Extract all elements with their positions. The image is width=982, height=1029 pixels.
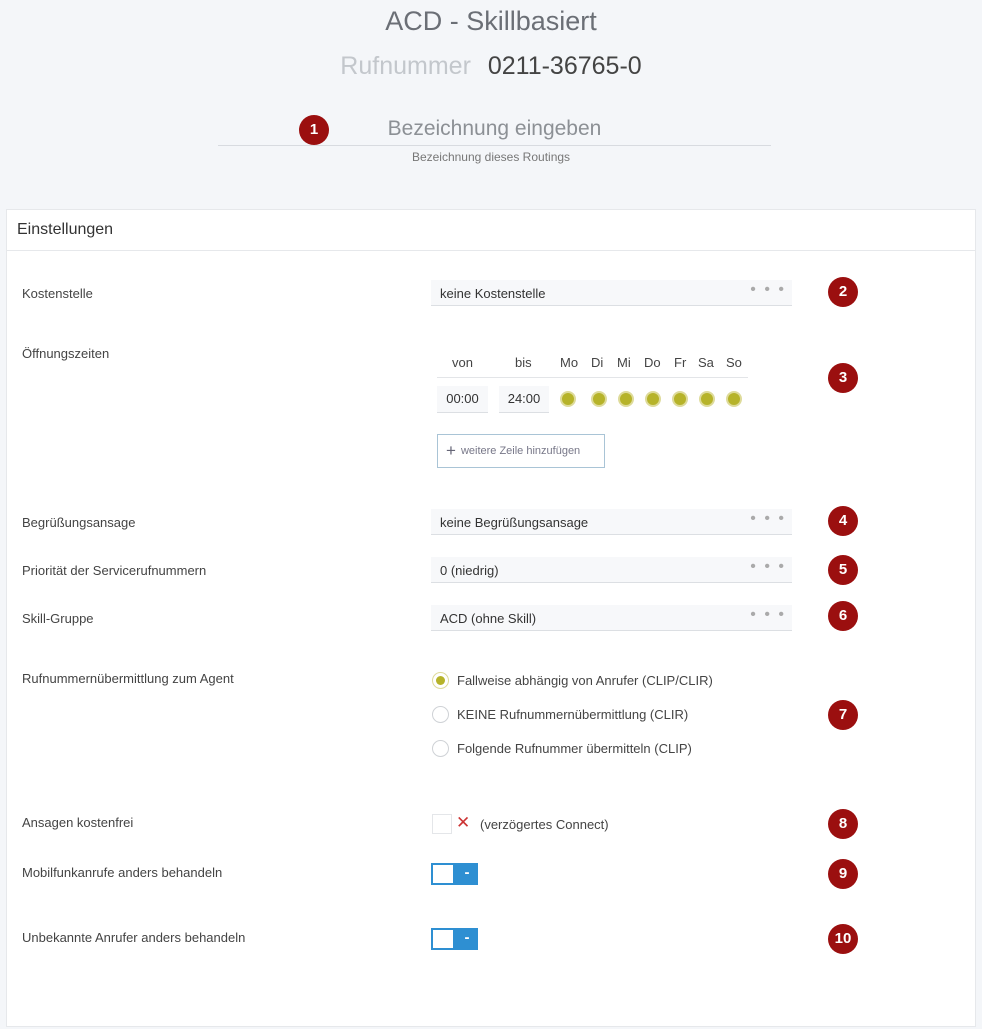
step-badge-5: 5 [828,555,858,585]
more-options-icon: • • • [750,606,786,623]
free-announcements-text: (verzögertes Connect) [480,817,609,832]
plus-icon: + [446,441,456,460]
step-badge-9: 9 [828,859,858,889]
close-icon: ✕ [456,813,471,832]
day-toggle-fr[interactable] [672,391,688,407]
unknown-callers-label: Unbekannte Anrufer anders behandeln [22,930,246,945]
step-badge-6: 6 [828,601,858,631]
cost-center-value: keine Kostenstelle [440,286,546,301]
day-header-sa: Sa [698,355,714,370]
step-badge-4: 4 [828,506,858,536]
day-header-so: So [726,355,742,370]
step-badge-7: 7 [828,700,858,730]
day-toggle-mo[interactable] [560,391,576,407]
day-toggle-di[interactable] [591,391,607,407]
day-header-do: Do [644,355,661,370]
caller-id-option-auto[interactable]: Fallweise abhängig von Anrufer (CLIP/CLI… [432,672,713,689]
greeting-value: keine Begrüßungsansage [440,515,589,530]
step-badge-1: 1 [299,115,329,145]
day-header-mo: Mo [560,355,579,370]
cost-center-select[interactable]: keine Kostenstelle • • • [431,280,792,306]
toggle-state: - [464,864,470,881]
phone-number-value: 0211-36765-0 [487,52,642,80]
hours-to-header: bis [515,355,532,370]
unknown-callers-toggle[interactable]: - [431,928,478,950]
caller-id-option-label: Folgende Rufnummer übermitteln (CLIP) [457,741,692,756]
priority-label: Priorität der Servicerufnummern [22,563,207,578]
greeting-select[interactable]: keine Begrüßungsansage • • • [431,509,792,535]
caller-id-label: Rufnummernübermittlung zum Agent [22,671,234,686]
mobile-calls-toggle[interactable]: - [431,863,478,885]
radio-unselected[interactable] [432,706,449,723]
greeting-label: Begrüßungsansage [22,515,136,530]
day-toggle-mi[interactable] [618,391,634,407]
free-announcements-checkbox[interactable] [432,814,452,834]
step-badge-2: 2 [828,277,858,307]
skill-group-value: ACD (ohne Skill) [440,611,537,626]
mobile-calls-label: Mobilfunkanrufe anders behandeln [22,865,223,880]
skill-group-select[interactable]: ACD (ohne Skill) • • • [431,605,792,631]
caller-id-option-clir[interactable]: KEINE Rufnummernübermittlung (CLIR) [432,706,688,723]
toggle-state: - [464,929,470,946]
caller-id-option-clip[interactable]: Folgende Rufnummer übermitteln (CLIP) [432,740,692,757]
hours-divider [437,377,748,378]
caller-id-option-label: KEINE Rufnummernübermittlung (CLIR) [457,707,689,722]
day-header-di: Di [591,355,604,370]
routing-name-hint: Bezeichnung dieses Routings [411,150,571,164]
priority-select[interactable]: 0 (niedrig) • • • [431,557,792,583]
skill-group-label: Skill-Gruppe [22,611,94,626]
toggle-knob [433,865,453,883]
radio-unselected[interactable] [432,740,449,757]
step-badge-3: 3 [828,363,858,393]
day-header-fr: Fr [674,355,687,370]
day-toggle-sa[interactable] [699,391,715,407]
toggle-knob [433,930,453,948]
cost-center-label: Kostenstelle [22,286,93,301]
hours-to-input[interactable]: 24:00 [499,386,549,413]
step-badge-10: 10 [828,924,858,954]
radio-selected[interactable] [432,672,449,689]
more-options-icon: • • • [750,281,786,298]
caller-id-option-label: Fallweise abhängig von Anrufer (CLIP/CLI… [457,673,713,688]
page-header: ACD - Skillbasiert Rufnummer 0211-36765-… [0,0,982,210]
day-header-mi: Mi [617,355,631,370]
settings-panel: Einstellungen Kostenstelle keine Kostens… [6,209,976,1027]
hours-from-input[interactable]: 00:00 [437,386,488,413]
more-options-icon: • • • [750,558,786,575]
step-badge-8: 8 [828,809,858,839]
day-toggle-do[interactable] [645,391,661,407]
add-hours-row-button[interactable]: + weitere Zeile hinzufügen [437,434,605,468]
priority-value: 0 (niedrig) [440,563,499,578]
day-toggle-so[interactable] [726,391,742,407]
settings-panel-title: Einstellungen [7,210,975,251]
page-title: ACD - Skillbasiert [385,6,597,36]
phone-number-row: Rufnummer 0211-36765-0 [0,52,982,81]
add-hours-row-label: weitere Zeile hinzufügen [460,445,581,457]
free-announcements-label: Ansagen kostenfrei [22,815,134,830]
hours-from-header: von [452,355,473,370]
phone-number-label: Rufnummer [340,52,471,80]
opening-hours-label: Öffnungszeiten [22,346,110,361]
more-options-icon: • • • [750,510,786,527]
